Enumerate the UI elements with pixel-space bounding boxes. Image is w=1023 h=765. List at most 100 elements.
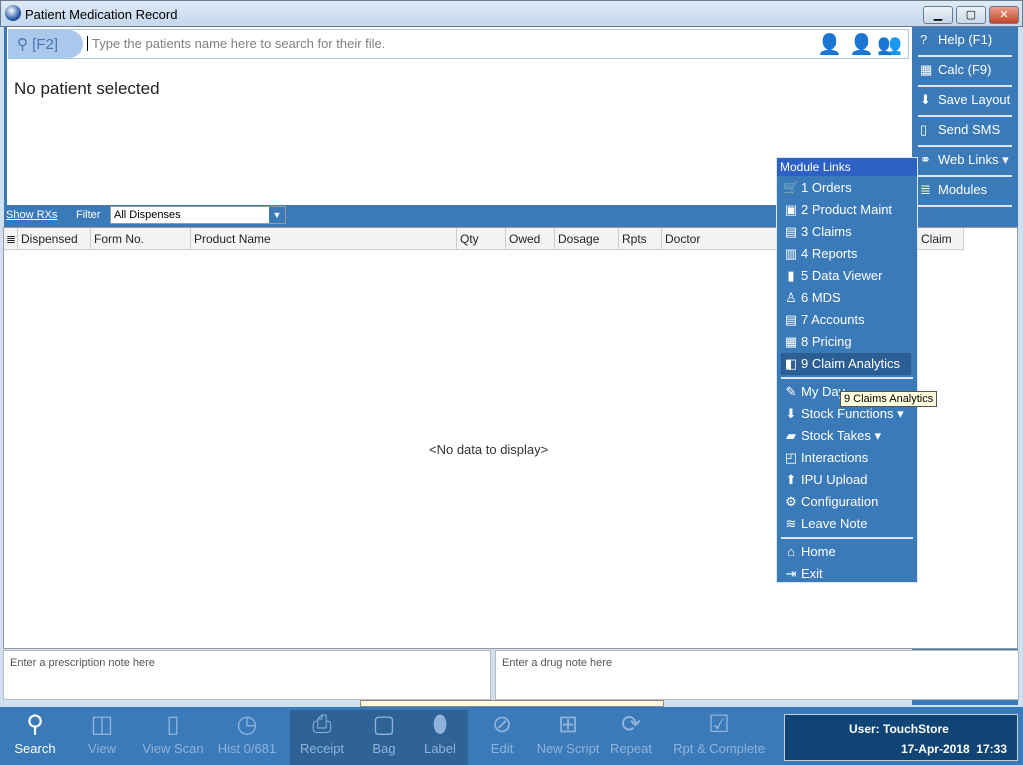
menu-item-icon: ✎ (785, 384, 797, 399)
column-header[interactable]: Product Name (191, 228, 457, 250)
search-icon: ⚲ (17, 36, 33, 53)
status-box: User: TouchStore 17-Apr-2018 17:33 (784, 714, 1018, 761)
patient-search[interactable]: ⚲ [F2] Type the patients name here to se… (8, 29, 909, 59)
menu-item-label: Interactions (801, 450, 869, 465)
column-header[interactable]: Dosage (555, 228, 619, 250)
search-button[interactable]: ⚲ Search (8, 707, 62, 765)
column-chooser-icon[interactable]: ≣ (4, 228, 18, 250)
help-icon: ? (920, 32, 928, 47)
title-bar: Patient Medication Record ▁ ▢ ✕ (0, 0, 1023, 27)
toolbar-icon: ◷ (236, 711, 258, 738)
menu-item[interactable]: ▥ 4 Reports (781, 243, 911, 265)
close-button[interactable]: ✕ (989, 6, 1019, 24)
button-label: Modules (938, 182, 988, 197)
menu-divider (781, 377, 913, 379)
menu-item-icon: ▮ (787, 268, 795, 283)
menu-item[interactable]: ⚙ Configuration (781, 491, 911, 513)
search-hotkey-button[interactable]: ⚲ [F2] (9, 30, 83, 58)
repeat-button[interactable]: ⟳ Repeat (608, 707, 654, 765)
menu-item[interactable]: ▦ 8 Pricing (781, 331, 911, 353)
menu-item[interactable]: ◧ 9 Claim Analytics (781, 353, 911, 375)
menu-item-label: 7 Accounts (801, 312, 865, 327)
column-header[interactable]: Qty (457, 228, 506, 250)
menu-item-label: Home (801, 544, 836, 559)
menu-header: Module Links (777, 158, 917, 176)
search-input[interactable]: Type the patients name here to search fo… (87, 36, 385, 51)
hist-0-681-button[interactable]: ◷ Hist 0/681 (212, 707, 282, 765)
sms-button[interactable]: ▯ Send SMS (918, 117, 1012, 147)
toolbar-label: Search (14, 741, 56, 756)
modules-button[interactable]: ≣ Modules (918, 177, 1012, 207)
menu-item[interactable]: ⌂ Home (781, 541, 911, 563)
menu-item-label: 6 MDS (801, 290, 841, 305)
sms-icon: ▯ (920, 122, 928, 137)
menu-item-icon: ⇥ (785, 566, 797, 581)
menu-item[interactable]: ▤ 3 Claims (781, 221, 911, 243)
receipt-button[interactable]: ⎙ Receipt (296, 707, 348, 765)
new-script-button[interactable]: ⊞ New Script (530, 707, 606, 765)
add-patient-icon[interactable]: 👤 (849, 32, 874, 57)
bag-button[interactable]: ▢ Bag (362, 707, 406, 765)
menu-item[interactable]: ⇥ Exit (781, 563, 911, 585)
maximize-button[interactable]: ▢ (956, 6, 986, 24)
toolbar-label: Label (424, 741, 456, 756)
toolbar-icon: ☑ (708, 711, 730, 738)
menu-item-label: 2 Product Maint (801, 202, 893, 217)
label-button[interactable]: ⬮ Label (418, 707, 462, 765)
menu-item[interactable]: ▮ 5 Data Viewer (781, 265, 911, 287)
splitter-handle[interactable] (360, 700, 664, 707)
filter-select[interactable]: All Dispenses ▼ (110, 206, 286, 224)
menu-item[interactable]: ⬆ IPU Upload (781, 469, 911, 491)
menu-item[interactable]: ◰ Interactions (781, 447, 911, 469)
menu-item-label: 9 Claim Analytics (801, 356, 900, 371)
drug-note-input[interactable]: Enter a drug note here (495, 650, 1019, 700)
menu-item-icon: 🛒 (782, 180, 800, 195)
filter-value: All Dispenses (114, 209, 181, 221)
button-label: Calc (F9) (938, 62, 992, 77)
patient-group-icon[interactable]: 👥 (877, 32, 902, 57)
menu-item-icon: ♙ (785, 290, 797, 305)
column-header[interactable]: Claim (918, 228, 964, 250)
current-user: User: TouchStore (849, 722, 949, 736)
column-header[interactable]: Dispensed (18, 228, 91, 250)
menu-item-icon: ◧ (784, 356, 798, 371)
button-label: Web Links ▾ (938, 152, 1009, 167)
menu-item[interactable]: ≋ Leave Note (781, 513, 911, 535)
toolbar-label: Repeat (610, 741, 652, 756)
save-layout-button[interactable]: ⬇ Save Layout (918, 87, 1012, 117)
prescription-note-input[interactable]: Enter a prescription note here (3, 650, 491, 700)
empty-message: <No data to display> (429, 442, 549, 457)
menu-item-icon: ⬇ (785, 406, 797, 421)
find-patient-icon[interactable]: 👤 (817, 32, 842, 57)
link-button[interactable]: ⚭ Web Links ▾ (918, 147, 1012, 177)
column-header[interactable]: Owed (506, 228, 555, 250)
menu-item[interactable]: ♙ 6 MDS (781, 287, 911, 309)
view-scan-button[interactable]: ▯ View Scan (138, 707, 208, 765)
column-header[interactable]: Form No. (91, 228, 191, 250)
menu-item-icon: ▰ (786, 428, 796, 443)
edit-button[interactable]: ⊘ Edit (480, 707, 524, 765)
toolbar-label: View (88, 741, 116, 756)
view-button[interactable]: ◫ View (80, 707, 124, 765)
tooltip: 9 Claims Analytics (840, 391, 938, 407)
toolbar-label: Rpt & Complete (673, 741, 765, 756)
menu-item[interactable]: ▤ 7 Accounts (781, 309, 911, 331)
menu-item[interactable]: ▰ Stock Takes ▾ (781, 425, 911, 447)
calculator-button[interactable]: ▦ Calc (F9) (918, 57, 1012, 87)
menu-item-icon: ⌂ (787, 544, 795, 559)
show-rxs-link[interactable]: Show RXs (6, 209, 57, 221)
button-label: Help (F1) (938, 32, 993, 47)
menu-item-label: Configuration (801, 494, 879, 509)
rpt-complete-button[interactable]: ☑ Rpt & Complete (664, 707, 774, 765)
column-header[interactable]: Rpts (619, 228, 662, 250)
menu-item-label: 1 Orders (801, 180, 852, 195)
toolbar-icon: ⊘ (491, 711, 513, 738)
toolbar-icon: ◫ (90, 711, 114, 738)
minimize-button[interactable]: ▁ (923, 6, 953, 24)
chevron-down-icon[interactable]: ▼ (269, 207, 285, 223)
menu-item-icon: ◰ (784, 450, 798, 465)
menu-item[interactable]: 🛒 1 Orders (781, 177, 911, 199)
filter-label: Filter (76, 209, 101, 221)
help-button[interactable]: ? Help (F1) (918, 27, 1012, 57)
menu-item[interactable]: ▣ 2 Product Maint (781, 199, 911, 221)
